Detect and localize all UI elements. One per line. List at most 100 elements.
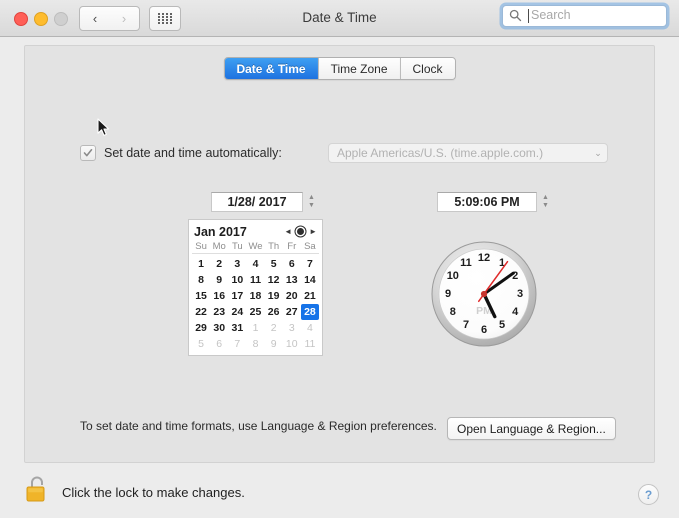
calendar-day-cell[interactable]: 10: [283, 336, 301, 352]
time-server-value: Apple Americas/U.S. (time.apple.com.): [337, 146, 544, 160]
clock-hour-number: 12: [478, 252, 490, 264]
calendar-day-cell[interactable]: 10: [228, 272, 246, 288]
set-automatically-label: Set date and time automatically:: [104, 146, 282, 160]
clock-hour-number: 4: [512, 306, 519, 318]
calendar-day-cell[interactable]: 18: [246, 288, 264, 304]
calendar-day-cell[interactable]: 11: [246, 272, 264, 288]
calendar-day-cell[interactable]: 24: [228, 304, 246, 320]
calendar-day-cell[interactable]: 5: [192, 336, 210, 352]
search-text-caret: [528, 9, 529, 23]
unlocked-padlock-icon[interactable]: [23, 474, 51, 504]
calendar-day-cell[interactable]: 2: [265, 320, 283, 336]
calendar-day-cell[interactable]: 7: [301, 256, 319, 272]
calendar-day-cell[interactable]: 22: [192, 304, 210, 320]
date-input[interactable]: 1/28/ 2017: [211, 192, 303, 212]
search-placeholder: Search: [531, 8, 571, 22]
search-icon: [509, 9, 522, 22]
calendar-day-cell[interactable]: 4: [246, 256, 264, 272]
calendar-day-cell[interactable]: 5: [265, 256, 283, 272]
window-titlebar: ‹ › Date & Time Search: [0, 0, 679, 37]
stepper-down-icon: ▼: [308, 202, 315, 209]
calendar-nav: ◄ ►: [284, 227, 317, 236]
clock-hour-number: 9: [445, 288, 451, 300]
weekday-label: Mo: [212, 241, 226, 252]
search-input[interactable]: [502, 5, 667, 27]
weekday-label: Sa: [304, 241, 316, 252]
calendar-day-cell[interactable]: 6: [210, 336, 228, 352]
calendar-day-cell[interactable]: 28: [300, 304, 319, 320]
calendar-day-cell[interactable]: 20: [283, 288, 301, 304]
calendar-day-cell[interactable]: 8: [192, 272, 210, 288]
calendar-day-cell[interactable]: 30: [210, 320, 228, 336]
calendar-header: Jan 2017 ◄ ►: [192, 223, 319, 240]
tab-clock[interactable]: Clock: [400, 58, 455, 79]
calendar-day-cell[interactable]: 9: [265, 336, 283, 352]
calendar-widget[interactable]: Jan 2017 ◄ ► Su Mo Tu We Th Fr Sa 123456…: [188, 219, 323, 356]
time-field-group: 5:09:06 PM ▲ ▼: [437, 192, 551, 212]
time-stepper[interactable]: ▲ ▼: [540, 192, 551, 212]
calendar-day-cell[interactable]: 19: [265, 288, 283, 304]
tab-bar: Date & Time Time Zone Clock: [223, 57, 456, 80]
calendar-day-cell[interactable]: 9: [210, 272, 228, 288]
weekday-label: Tu: [231, 241, 243, 252]
clock-hour-number: 6: [481, 324, 487, 336]
help-button[interactable]: ?: [638, 484, 659, 505]
calendar-day-cell[interactable]: 6: [283, 256, 301, 272]
formats-help-text: To set date and time formats, use Langua…: [80, 419, 437, 433]
calendar-day-cell[interactable]: 13: [283, 272, 301, 288]
calendar-today-icon[interactable]: [297, 228, 305, 235]
date-stepper[interactable]: ▲ ▼: [306, 192, 317, 212]
calendar-day-cell[interactable]: 27: [283, 304, 301, 320]
stepper-up-icon: ▲: [542, 194, 549, 201]
calendar-day-cell[interactable]: 7: [228, 336, 246, 352]
calendar-prev-icon[interactable]: ◄: [284, 227, 292, 236]
calendar-month-label: Jan 2017: [194, 224, 247, 239]
search-field-wrapper[interactable]: Search: [502, 5, 667, 27]
calendar-day-cell[interactable]: 4: [301, 320, 319, 336]
clock-hour-number: 3: [517, 288, 523, 300]
time-input[interactable]: 5:09:06 PM: [437, 192, 537, 212]
weekday-label: Su: [195, 241, 207, 252]
calendar-day-cell[interactable]: 1: [192, 256, 210, 272]
clock-hour-number: 8: [450, 306, 456, 318]
calendar-day-cell[interactable]: 8: [246, 336, 264, 352]
calendar-day-cell[interactable]: 23: [210, 304, 228, 320]
calendar-weekday-header: Su Mo Tu We Th Fr Sa: [192, 241, 319, 254]
calendar-day-cell[interactable]: 16: [210, 288, 228, 304]
calendar-day-cell[interactable]: 14: [301, 272, 319, 288]
open-language-region-button[interactable]: Open Language & Region...: [447, 417, 616, 440]
calendar-day-cell[interactable]: 31: [228, 320, 246, 336]
calendar-day-cell[interactable]: 3: [228, 256, 246, 272]
calendar-day-cell[interactable]: 3: [283, 320, 301, 336]
time-server-dropdown[interactable]: Apple Americas/U.S. (time.apple.com.) ⌄: [328, 143, 608, 163]
clock-hour-number: 10: [447, 270, 459, 282]
clock-hour-number: 7: [463, 319, 469, 331]
calendar-day-cell[interactable]: 15: [192, 288, 210, 304]
date-field-group: 1/28/ 2017 ▲ ▼: [211, 192, 317, 212]
preferences-content-panel: Date & Time Time Zone Clock Set date and…: [24, 45, 655, 463]
calendar-day-cell[interactable]: 1: [246, 320, 264, 336]
weekday-label: Th: [268, 241, 280, 252]
analog-clock: 12 1234567891011 PM: [431, 241, 537, 347]
calendar-day-cell[interactable]: 29: [192, 320, 210, 336]
calendar-day-cell[interactable]: 21: [301, 288, 319, 304]
calendar-day-cell[interactable]: 26: [265, 304, 283, 320]
calendar-day-cell[interactable]: 11: [301, 336, 319, 352]
tab-date-time[interactable]: Date & Time: [224, 58, 319, 79]
calendar-day-grid: 1 2 3 4 5 6 7 8 9 10 11 12 13 14 15 16 17 18 19 20 21 22 23 24 2…: [192, 256, 319, 352]
tab-time-zone[interactable]: Time Zone: [318, 58, 401, 79]
set-automatically-row: Set date and time automatically:: [80, 145, 282, 161]
calendar-day-cell[interactable]: 2: [210, 256, 228, 272]
clock-center-cap: [480, 290, 488, 298]
calendar-day-cell[interactable]: 17: [228, 288, 246, 304]
stepper-up-icon: ▲: [308, 194, 315, 201]
set-automatically-checkbox[interactable]: [80, 145, 96, 161]
chevron-down-icon: ⌄: [594, 147, 602, 158]
clock-hour-number: 11: [460, 257, 472, 269]
calendar-day-cell[interactable]: 25: [246, 304, 264, 320]
calendar-next-icon[interactable]: ►: [309, 227, 317, 236]
weekday-label: Fr: [287, 241, 297, 252]
checkmark-icon: [83, 148, 93, 157]
clock-hour-number: 5: [499, 319, 505, 331]
calendar-day-cell[interactable]: 12: [265, 272, 283, 288]
